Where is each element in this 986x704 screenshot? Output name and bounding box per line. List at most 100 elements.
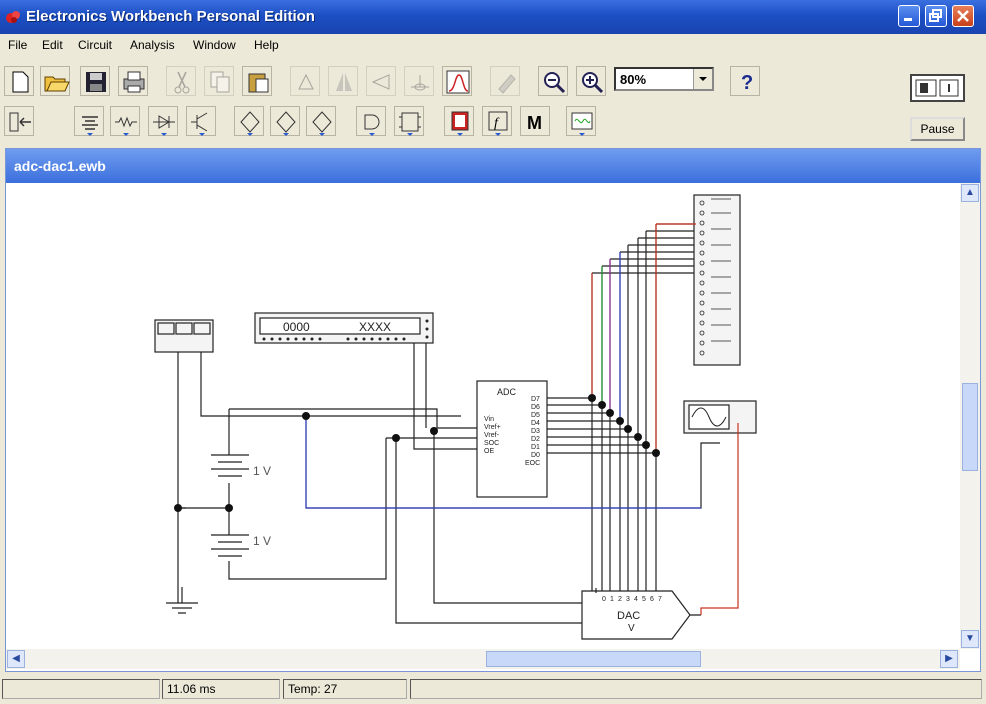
vertical-scroll-thumb[interactable] xyxy=(962,383,978,471)
menu-window[interactable]: Window xyxy=(193,38,236,52)
scroll-right-icon[interactable]: ▶ xyxy=(940,650,958,668)
flip-vertical-icon[interactable] xyxy=(366,66,396,96)
subcircuit-icon[interactable] xyxy=(404,66,434,96)
zoom-in-icon[interactable] xyxy=(576,66,606,96)
dac-label: DAC xyxy=(617,610,640,622)
scroll-up-icon[interactable]: ▲ xyxy=(961,184,979,202)
digital-bin-icon[interactable] xyxy=(394,106,424,136)
scroll-down-icon[interactable]: ▼ xyxy=(961,630,979,648)
component-properties-icon[interactable] xyxy=(490,66,520,96)
zoom-value: 80% xyxy=(620,72,647,87)
analog-ics-bin-icon[interactable] xyxy=(234,106,264,136)
mixed-ics-bin-icon[interactable] xyxy=(270,106,300,136)
app-icon xyxy=(6,11,20,23)
circuit-canvas[interactable]: 0000 XXXX 1 V 1 V ADC Vin Vref+ Vref- SO… xyxy=(6,183,960,649)
dac-sub-label: V xyxy=(628,623,635,634)
status-extra xyxy=(410,679,982,699)
help-button[interactable]: ? xyxy=(730,66,760,96)
power-switch[interactable] xyxy=(910,74,965,102)
adc-input-oe: OE xyxy=(484,448,494,455)
document-window: adc-dac1.ewb 0000 XXXX 1 V 1 V ADC Vin V… xyxy=(5,148,981,672)
title-bar: Electronics Workbench Personal Edition xyxy=(0,0,986,34)
status-message xyxy=(2,679,160,699)
svg-text:M: M xyxy=(527,113,542,133)
adc-output-d4: D4 xyxy=(531,420,540,427)
circuit-schematic: 0000 XXXX 1 V 1 V ADC Vin Vref+ Vref- SO… xyxy=(154,194,757,640)
adc-output-d3: D3 xyxy=(531,428,540,435)
digital-ics-bin-icon[interactable] xyxy=(306,106,336,136)
rotate-icon[interactable] xyxy=(290,66,320,96)
horizontal-scrollbar[interactable]: ◀ ▶ xyxy=(6,649,960,669)
adc-label: ADC xyxy=(497,387,517,397)
favorites-bin-icon[interactable] xyxy=(4,106,34,136)
vertical-scrollbar[interactable]: ▲ ▼ xyxy=(960,183,980,649)
flip-horizontal-icon[interactable] xyxy=(328,66,358,96)
status-time: 11.06 ms xyxy=(162,679,280,699)
close-button[interactable] xyxy=(952,5,974,27)
diodes-bin-icon[interactable] xyxy=(148,106,178,136)
open-button[interactable] xyxy=(40,66,70,96)
print-button[interactable] xyxy=(118,66,148,96)
dac-pin-5: 5 xyxy=(642,596,646,603)
adc-input-soc: SOC xyxy=(484,440,499,447)
copy-icon[interactable] xyxy=(204,66,234,96)
basic-bin-icon[interactable] xyxy=(110,106,140,136)
indicators-bin-icon[interactable] xyxy=(444,106,474,136)
menu-circuit[interactable]: Circuit xyxy=(78,38,112,52)
dac-pin-7: 7 xyxy=(658,596,662,603)
main-toolbar: ? xyxy=(0,62,986,100)
instruments-bin-icon[interactable] xyxy=(566,106,596,136)
document-title-bar: adc-dac1.ewb xyxy=(6,149,980,183)
new-button[interactable] xyxy=(4,66,34,96)
adc-output-d0: D0 xyxy=(531,452,540,459)
scroll-left-icon[interactable]: ◀ xyxy=(7,650,25,668)
menu-bar: File Edit Circuit Analysis Window Help xyxy=(0,34,986,58)
adc-input-vref-plus: Vref+ xyxy=(484,424,501,431)
window-title: Electronics Workbench Personal Edition xyxy=(26,8,315,25)
sources-bin-icon[interactable] xyxy=(74,106,104,136)
transistors-bin-icon[interactable] xyxy=(186,106,216,136)
battery-top-label: 1 V xyxy=(253,464,271,478)
dac-pin-3: 3 xyxy=(626,596,630,603)
miscellaneous-bin-icon[interactable]: M xyxy=(520,106,550,136)
menu-analysis[interactable]: Analysis xyxy=(130,38,175,52)
graph-icon[interactable] xyxy=(442,66,472,96)
dac-pin-2: 2 xyxy=(618,596,622,603)
pause-button[interactable]: Pause xyxy=(910,117,965,141)
adc-output-d1: D1 xyxy=(531,444,540,451)
document-title: adc-dac1.ewb xyxy=(14,158,106,174)
adc-output-eoc: EOC xyxy=(525,460,540,467)
status-bar: 11.06 ms Temp: 27 xyxy=(0,676,986,704)
dac-pin-6: 6 xyxy=(650,596,654,603)
adc-output-d2: D2 xyxy=(531,436,540,443)
word-generator-right-value: XXXX xyxy=(359,320,391,334)
svg-text:f: f xyxy=(494,116,500,131)
minimize-button[interactable] xyxy=(898,5,920,27)
menu-help[interactable]: Help xyxy=(254,38,279,52)
dac-pin-1: 1 xyxy=(610,596,614,603)
logic-gates-bin-icon[interactable] xyxy=(356,106,386,136)
svg-text:?: ? xyxy=(741,72,753,94)
dac-pin-4: 4 xyxy=(634,596,638,603)
adc-output-d7: D7 xyxy=(531,396,540,403)
restore-button[interactable] xyxy=(925,5,947,27)
word-generator-left-value: 0000 xyxy=(283,320,310,334)
battery-bottom-label: 1 V xyxy=(253,534,271,548)
zoom-select[interactable]: 80% xyxy=(614,67,714,91)
controls-bin-icon[interactable]: f xyxy=(482,106,512,136)
paste-icon[interactable] xyxy=(242,66,272,96)
menu-edit[interactable]: Edit xyxy=(42,38,63,52)
horizontal-scroll-thumb[interactable] xyxy=(486,651,701,667)
status-temp: Temp: 27 xyxy=(283,679,407,699)
adc-output-d6: D6 xyxy=(531,404,540,411)
dac-pin-0: 0 xyxy=(602,596,606,603)
save-button[interactable] xyxy=(80,66,110,96)
parts-toolbar: f M xyxy=(0,104,900,142)
cut-icon[interactable] xyxy=(166,66,196,96)
menu-file[interactable]: File xyxy=(8,38,27,52)
adc-output-d5: D5 xyxy=(531,412,540,419)
chevron-down-icon[interactable] xyxy=(693,69,712,89)
adc-input-vref-minus: Vref- xyxy=(484,432,500,439)
zoom-out-icon[interactable] xyxy=(538,66,568,96)
adc-input-vin: Vin xyxy=(484,416,494,423)
